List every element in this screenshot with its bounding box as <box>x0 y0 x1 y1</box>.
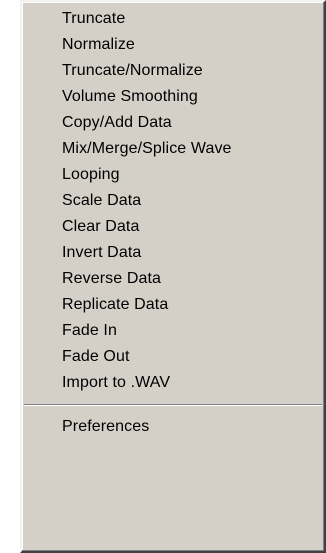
menu-item-invert-data[interactable]: Invert Data <box>22 240 324 266</box>
menu-item-replicate-data[interactable]: Replicate Data <box>22 292 324 318</box>
menu-item-truncate[interactable]: Truncate <box>22 6 324 32</box>
menu-item-volume-smoothing[interactable]: Volume Smoothing <box>22 84 324 110</box>
menu-item-mix-merge-splice-wave[interactable]: Mix/Merge/Splice Wave <box>22 136 324 162</box>
menu-item-clear-data[interactable]: Clear Data <box>22 214 324 240</box>
context-menu: Truncate Normalize Truncate/Normalize Vo… <box>20 0 326 553</box>
menu-item-scale-data[interactable]: Scale Data <box>22 188 324 214</box>
menu-item-import-to-wav[interactable]: Import to .WAV <box>22 370 324 396</box>
menu-item-fade-out[interactable]: Fade Out <box>22 344 324 370</box>
menu-item-truncate-normalize[interactable]: Truncate/Normalize <box>22 58 324 84</box>
menu-item-normalize[interactable]: Normalize <box>22 32 324 58</box>
menu-item-fade-in[interactable]: Fade In <box>22 318 324 344</box>
menu-item-preferences[interactable]: Preferences <box>22 414 324 440</box>
menu-item-copy-add-data[interactable]: Copy/Add Data <box>22 110 324 136</box>
menu-separator <box>24 404 322 406</box>
menu-item-reverse-data[interactable]: Reverse Data <box>22 266 324 292</box>
menu-item-looping[interactable]: Looping <box>22 162 324 188</box>
menu-items: Truncate Normalize Truncate/Normalize Vo… <box>22 2 324 396</box>
